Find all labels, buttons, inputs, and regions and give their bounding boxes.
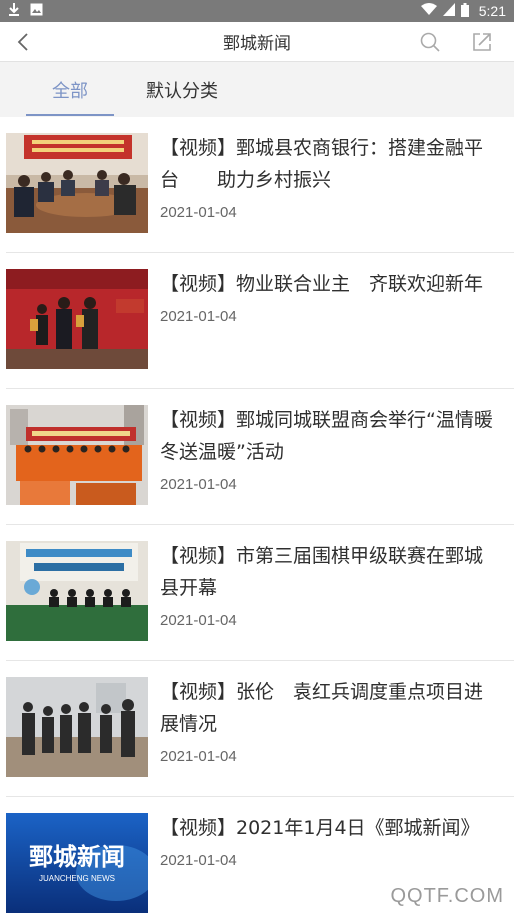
news-date: 2021-01-04: [160, 852, 237, 869]
news-date: 2021-01-04: [160, 748, 237, 765]
news-thumbnail: [6, 405, 148, 505]
news-logo-subtext: JUANCHENG NEWS: [39, 874, 115, 883]
news-logo-text: 鄄城新闻: [29, 843, 125, 871]
wifi-icon: [420, 3, 437, 19]
news-thumbnail: 鄄城新闻 JUANCHENG NEWS: [6, 813, 148, 913]
app-header: 鄄城新闻: [0, 22, 514, 62]
news-item[interactable]: 【视频】鄄城同城联盟商会举行“温情暖冬送温暖”活动 2021-01-04: [0, 389, 514, 525]
news-date: 2021-01-04: [160, 612, 237, 629]
news-thumbnail: [6, 269, 148, 369]
news-title[interactable]: 【视频】张伦 袁红兵调度重点项目进展情况: [160, 676, 498, 740]
news-title[interactable]: 【视频】2021年1月4日《鄄城新闻》: [160, 812, 498, 844]
image-icon: [30, 3, 43, 20]
news-thumbnail: [6, 133, 148, 233]
back-arrow-icon[interactable]: [12, 30, 36, 54]
news-item[interactable]: 【视频】张伦 袁红兵调度重点项目进展情况 2021-01-04: [0, 661, 514, 797]
signal-icon: [442, 3, 455, 19]
category-tabs: 全部 默认分类: [0, 62, 514, 117]
watermark: QQTF.COM: [390, 885, 504, 907]
search-icon[interactable]: [418, 30, 442, 54]
download-icon: [8, 2, 20, 20]
news-list: 【视频】鄄城县农商银行：搭建金融平台 助力乡村振兴 2021-01-04 【视频…: [0, 117, 514, 914]
page-title: 鄄城新闻: [223, 34, 291, 54]
status-bar: 5:21: [0, 0, 514, 22]
news-item[interactable]: 【视频】物业联合业主 齐联欢迎新年 2021-01-04: [0, 253, 514, 389]
battery-icon: [460, 2, 469, 20]
news-item[interactable]: 【视频】市第三届围棋甲级联赛在鄄城县开幕 2021-01-04: [0, 525, 514, 661]
news-date: 2021-01-04: [160, 476, 237, 493]
news-title[interactable]: 【视频】鄄城县农商银行：搭建金融平台 助力乡村振兴: [160, 132, 498, 196]
news-thumbnail: [6, 677, 148, 777]
share-icon[interactable]: [470, 30, 494, 54]
status-time: 5:21: [478, 3, 506, 19]
news-thumbnail: [6, 541, 148, 641]
tab-all[interactable]: 全部: [22, 62, 118, 117]
news-title[interactable]: 【视频】鄄城同城联盟商会举行“温情暖冬送温暖”活动: [160, 404, 498, 468]
tab-default-category[interactable]: 默认分类: [146, 62, 218, 117]
news-date: 2021-01-04: [160, 308, 237, 325]
news-item[interactable]: 【视频】鄄城县农商银行：搭建金融平台 助力乡村振兴 2021-01-04: [0, 117, 514, 253]
news-date: 2021-01-04: [160, 204, 237, 221]
news-title[interactable]: 【视频】市第三届围棋甲级联赛在鄄城县开幕: [160, 540, 498, 604]
news-title[interactable]: 【视频】物业联合业主 齐联欢迎新年: [160, 268, 498, 300]
